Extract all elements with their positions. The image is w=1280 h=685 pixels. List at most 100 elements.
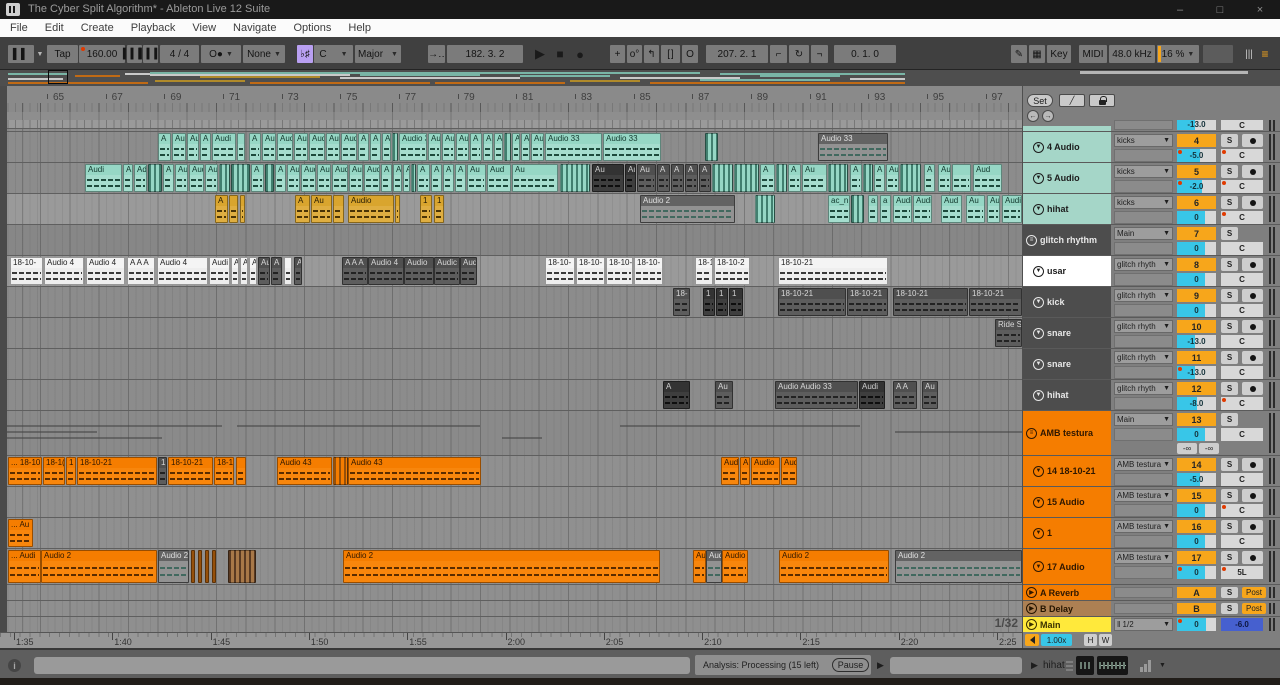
clip[interactable] bbox=[900, 164, 921, 192]
menu-view[interactable]: View bbox=[192, 22, 216, 34]
pan-field[interactable]: C bbox=[1221, 304, 1263, 317]
solo-button[interactable]: S bbox=[1221, 551, 1238, 564]
clip[interactable]: 1 bbox=[420, 195, 432, 223]
clip[interactable]: 18-10- bbox=[634, 257, 663, 285]
track-lane-15-audio[interactable] bbox=[7, 486, 1022, 517]
lock-button[interactable] bbox=[1089, 94, 1115, 107]
output-routing-selector[interactable]: glitch rhyth▼ bbox=[1114, 320, 1173, 333]
output-routing-selector[interactable]: AMB testura▼ bbox=[1114, 520, 1173, 533]
clip[interactable] bbox=[237, 133, 245, 161]
track-name[interactable]: ▼5 Audio bbox=[1030, 163, 1111, 193]
arm-button[interactable] bbox=[1242, 520, 1263, 533]
menu-navigate[interactable]: Navigate bbox=[233, 22, 276, 34]
clip[interactable]: Audio 3 bbox=[399, 133, 427, 161]
track-name[interactable]: ▼hihat bbox=[1030, 194, 1111, 224]
clip[interactable]: a bbox=[880, 195, 891, 223]
volume-field[interactable]: 0 bbox=[1177, 428, 1216, 441]
clip[interactable]: Au bbox=[637, 164, 656, 192]
clip[interactable]: Audio 2 bbox=[779, 550, 889, 583]
clip[interactable]: Au bbox=[987, 195, 1000, 223]
output-routing-selector[interactable]: glitch rhyth▼ bbox=[1114, 382, 1173, 395]
clip[interactable]: Audio 43 bbox=[277, 457, 332, 485]
clip[interactable]: Aud bbox=[332, 164, 348, 192]
record-button[interactable]: ● bbox=[572, 45, 588, 63]
tempo-field[interactable]: 160.00 bbox=[79, 45, 125, 63]
pan-field[interactable]: C bbox=[1221, 504, 1263, 517]
track-fold-icon[interactable]: ▼ bbox=[1033, 561, 1044, 572]
playback-speed-field[interactable]: 1.00x bbox=[1041, 634, 1072, 646]
clip[interactable]: Au bbox=[442, 133, 455, 161]
solo-button[interactable]: S bbox=[1221, 320, 1238, 333]
track-name[interactable]: ≡glitch rhythm bbox=[1023, 225, 1111, 255]
track-fold-icon[interactable]: ▼ bbox=[1033, 297, 1044, 308]
volume-field[interactable]: -5.0 bbox=[1177, 149, 1216, 162]
clip[interactable] bbox=[411, 164, 416, 192]
clip[interactable] bbox=[228, 550, 256, 583]
clip[interactable]: 18-10- bbox=[576, 257, 605, 285]
clip[interactable] bbox=[240, 195, 245, 223]
clip[interactable]: Ride S bbox=[995, 319, 1022, 347]
clip[interactable]: 18- bbox=[673, 288, 690, 316]
arrangement-overview[interactable] bbox=[0, 70, 1280, 86]
time-signature-field[interactable]: 4 / 4 bbox=[160, 45, 199, 63]
clip[interactable]: A bbox=[295, 195, 310, 223]
clip[interactable]: 18-10-21 bbox=[847, 288, 888, 316]
track-lane-glitch-rhythm[interactable] bbox=[7, 224, 1022, 255]
clip[interactable]: A bbox=[512, 133, 520, 161]
partial-pan[interactable]: C bbox=[1221, 120, 1263, 130]
clip[interactable] bbox=[229, 195, 238, 223]
clip[interactable]: Aud bbox=[781, 457, 797, 485]
clip[interactable]: A bbox=[275, 164, 286, 192]
clip[interactable]: A bbox=[431, 164, 442, 192]
clip[interactable]: A bbox=[393, 164, 402, 192]
clip[interactable]: Aud bbox=[309, 133, 325, 161]
clip[interactable]: A bbox=[663, 381, 690, 409]
track-width-button[interactable]: W bbox=[1099, 634, 1112, 646]
menu-help[interactable]: Help bbox=[348, 22, 371, 34]
clip[interactable]: Aud bbox=[341, 133, 357, 161]
clip[interactable]: A bbox=[158, 133, 171, 161]
output-routing-selector[interactable]: Main▼ bbox=[1114, 227, 1173, 240]
maximize-button[interactable]: □ bbox=[1200, 0, 1240, 19]
track-name[interactable]: ≡AMB testura bbox=[1023, 411, 1111, 455]
clip[interactable]: Audio 2 bbox=[640, 195, 735, 223]
key-map-button[interactable]: Key bbox=[1047, 45, 1071, 63]
clip[interactable]: Audi bbox=[85, 164, 122, 192]
clip[interactable] bbox=[560, 164, 590, 192]
clip[interactable] bbox=[219, 164, 230, 192]
cpu-meter[interactable]: 16 %▼ bbox=[1157, 45, 1199, 63]
clip[interactable] bbox=[755, 195, 775, 223]
clip[interactable]: A A bbox=[893, 381, 917, 409]
clip[interactable]: A bbox=[231, 257, 239, 285]
clip[interactable]: Au bbox=[886, 164, 899, 192]
clip[interactable]: Audi bbox=[913, 195, 932, 223]
return-routing-empty[interactable] bbox=[1114, 603, 1173, 614]
menu-create[interactable]: Create bbox=[81, 22, 114, 34]
output-routing-selector[interactable]: AMB testura▼ bbox=[1114, 551, 1173, 564]
track-fold-icon[interactable]: ▼ bbox=[1033, 204, 1044, 215]
track-lane-snare[interactable] bbox=[7, 348, 1022, 379]
clip[interactable]: Audio bbox=[404, 257, 434, 285]
clip[interactable] bbox=[333, 195, 344, 223]
clip[interactable]: Audi bbox=[893, 195, 912, 223]
track-fold-icon[interactable]: ▶ bbox=[1026, 603, 1037, 614]
track-lane-usar[interactable]: 18-10-Audio 4Audio 4A A AAudio 4AudiAAAA… bbox=[7, 255, 1022, 286]
clip[interactable]: Audio 4 bbox=[44, 257, 84, 285]
clip[interactable]: A bbox=[215, 195, 228, 223]
clip[interactable]: A A A bbox=[127, 257, 155, 285]
track-lane-hihat[interactable]: AAuAudio Audio 33AudiA AAu bbox=[7, 379, 1022, 410]
track-name[interactable]: ▼17 Audio bbox=[1030, 549, 1111, 584]
clip[interactable]: Audi bbox=[212, 133, 236, 161]
clip[interactable]: Audio 33 bbox=[603, 133, 661, 161]
track-fold-icon[interactable]: ▼ bbox=[1033, 359, 1044, 370]
draw-mode-button[interactable]: ✎ bbox=[1011, 45, 1027, 63]
output-routing-selector[interactable]: AMB testura▼ bbox=[1114, 458, 1173, 471]
clip[interactable]: A bbox=[685, 164, 698, 192]
set-button[interactable]: Set bbox=[1027, 94, 1053, 107]
track-name[interactable]: ▼hihat bbox=[1030, 380, 1111, 410]
clip[interactable]: A bbox=[123, 164, 133, 192]
clip[interactable]: A bbox=[924, 164, 935, 192]
next-marker-button[interactable]: → bbox=[1042, 110, 1054, 122]
clip[interactable]: A A A bbox=[342, 257, 368, 285]
overview-view-rect[interactable] bbox=[48, 70, 68, 84]
